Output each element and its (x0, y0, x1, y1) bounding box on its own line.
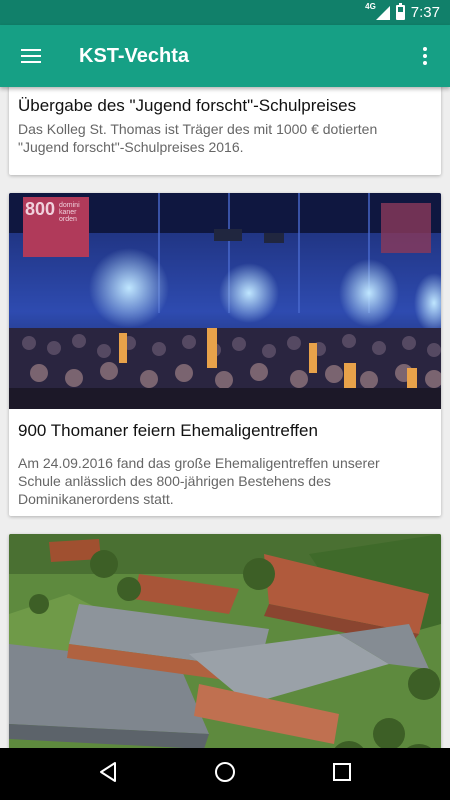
signal-icon (375, 5, 390, 20)
battery-icon (395, 3, 405, 20)
news-card[interactable]: Übergabe des "Jugend forscht"-Schulpreis… (9, 87, 441, 175)
news-card[interactable] (9, 534, 441, 748)
banner-text: domini (59, 202, 80, 209)
back-icon[interactable] (96, 760, 120, 789)
news-card-title: Übergabe des "Jugend forscht"-Schulpreis… (18, 96, 357, 115)
app-title: KST-Vechta (79, 44, 190, 67)
menu-icon[interactable] (0, 25, 62, 87)
event-hall-photo: 800 domini kaner orden (9, 193, 441, 409)
news-card-summary: Am 24.09.2016 fand das große Ehemaligent… (18, 455, 380, 507)
news-card-title: 900 Thomaner feiern Ehemaligentreffen (18, 421, 318, 440)
home-icon[interactable] (213, 760, 237, 789)
banner-text: 800 (25, 199, 55, 219)
banner-text: kaner (59, 209, 77, 216)
app-bar: KST-Vechta (0, 25, 450, 87)
news-card[interactable]: 800 domini kaner orden 900 Thomaner feie… (9, 193, 441, 516)
overflow-menu-icon[interactable] (400, 25, 450, 87)
recents-icon[interactable] (330, 760, 354, 789)
news-feed[interactable]: Übergabe des "Jugend forscht"-Schulpreis… (0, 87, 450, 748)
navigation-bar (0, 748, 450, 800)
clock: 7:37 (410, 4, 440, 21)
campus-aerial-photo (9, 534, 441, 748)
status-bar: 4G 7:37 (0, 0, 450, 25)
news-card-summary: Das Kolleg St. Thomas ist Träger des mit… (18, 121, 378, 155)
banner-text: orden (59, 216, 77, 223)
network-type: 4G (365, 2, 376, 11)
